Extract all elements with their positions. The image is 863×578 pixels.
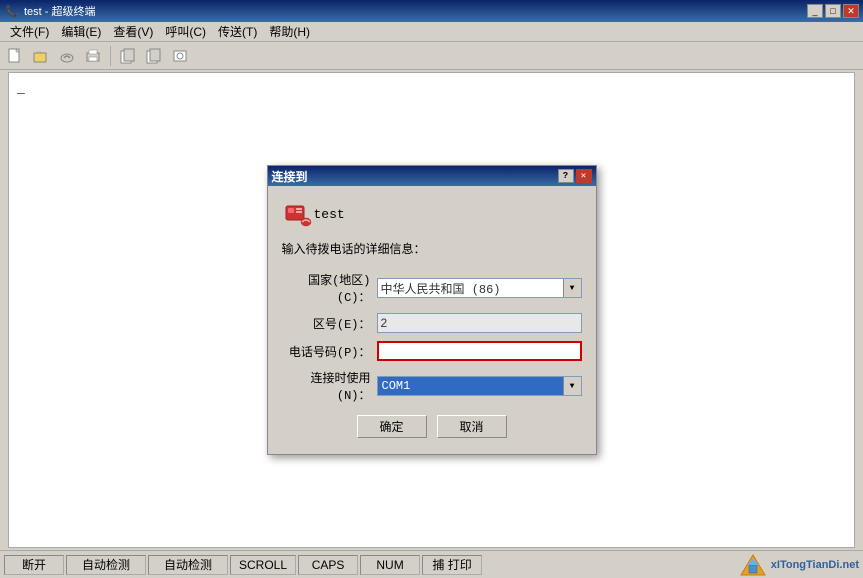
toolbar [0,42,863,70]
dialog-help-button[interactable]: ? [558,169,574,183]
terminal-area: _ 连接到 ? ✕ [8,72,855,548]
area-code-row: 区号(E)： [282,313,582,333]
phone-icon [282,198,314,230]
connect-dropdown-icon[interactable]: ▼ [563,377,581,395]
dialog-title-bar: 连接到 ? ✕ [268,166,596,186]
country-label: 国家(地区)(C)： [282,271,377,305]
menu-edit[interactable]: 编辑(E) [55,22,107,41]
confirm-button[interactable]: 确定 [357,415,427,438]
status-caps: CAPS [298,555,358,575]
cancel-button[interactable]: 取消 [437,415,507,438]
menu-bar: 文件(F) 编辑(E) 查看(V) 呼叫(C) 传送(T) 帮助(H) [0,22,863,42]
dialog-close-button[interactable]: ✕ [576,169,592,183]
status-auto2: 自动检测 [148,555,228,575]
status-auto1: 自动检测 [66,555,146,575]
country-dropdown-icon[interactable]: ▼ [563,279,581,297]
dialog-body: test 输入待拨电话的详细信息： 国家(地区)(C)： 中华人民共和国 (86… [268,186,596,454]
watermark-area: xITongTianDi.net [739,553,859,577]
menu-transfer[interactable]: 传送(T) [212,22,263,41]
menu-call[interactable]: 呼叫(C) [159,22,212,41]
dialog-title: 连接到 [272,168,558,185]
connect-using-row: 连接时使用(N)： COM1 ▼ [282,369,582,403]
status-bar: 断开 自动检测 自动检测 SCROLL CAPS NUM 捕 打印 xITong… [0,550,863,578]
close-button[interactable]: ✕ [843,4,859,18]
status-scroll: SCROLL [230,555,296,575]
terminal-content: _ 连接到 ? ✕ [9,73,854,547]
connect-using-control: COM1 ▼ [377,376,582,396]
title-bar: 📞 test - 超级终端 _ □ ✕ [0,0,863,22]
window-controls: _ □ ✕ [807,4,859,18]
country-select[interactable]: 中华人民共和国 (86) ▼ [377,278,582,298]
connect-select[interactable]: COM1 ▼ [377,376,582,396]
phone-number-input[interactable] [377,341,582,361]
menu-file[interactable]: 文件(F) [4,22,55,41]
dialog-buttons: 确定 取消 [282,415,582,442]
connection-name: test [314,207,345,222]
dialog-title-buttons: ? ✕ [558,169,592,183]
area-code-input[interactable] [377,313,582,333]
toolbar-dial[interactable] [56,45,78,67]
status-num: NUM [360,555,420,575]
status-disconnect: 断开 [4,555,64,575]
watermark-icon [739,553,767,577]
toolbar-copy1[interactable] [117,45,139,67]
toolbar-print[interactable] [82,45,104,67]
toolbar-capture[interactable] [169,45,191,67]
connect-using-label: 连接时使用(N)： [282,369,377,403]
toolbar-new[interactable] [4,45,26,67]
watermark-text: xITongTianDi.net [771,559,859,571]
country-value: 中华人民共和国 (86) [378,279,563,297]
toolbar-sep1 [110,46,111,66]
dialog-overlay: 连接到 ? ✕ [9,73,854,547]
country-row: 国家(地区)(C)： 中华人民共和国 (86) ▼ [282,271,582,305]
window-title: test - 超级终端 [24,3,807,19]
area-code-control [377,313,582,333]
dialog-description: 输入待拨电话的详细信息： [282,240,582,257]
connect-value: COM1 [378,377,563,395]
phone-number-label: 电话号码(P)： [282,343,377,360]
toolbar-open[interactable] [30,45,52,67]
connect-dialog: 连接到 ? ✕ [267,165,597,455]
phone-number-row: 电话号码(P)： [282,341,582,361]
menu-help[interactable]: 帮助(H) [263,22,316,41]
dialog-header: test [282,198,582,230]
maximize-button[interactable]: □ [825,4,841,18]
toolbar-copy2[interactable] [143,45,165,67]
status-capture: 捕 打印 [422,555,482,575]
minimize-button[interactable]: _ [807,4,823,18]
app-icon: 📞 [4,3,20,19]
area-code-label: 区号(E)： [282,315,377,332]
menu-view[interactable]: 查看(V) [107,22,159,41]
phone-number-control [377,341,582,361]
country-control: 中华人民共和国 (86) ▼ [377,278,582,298]
